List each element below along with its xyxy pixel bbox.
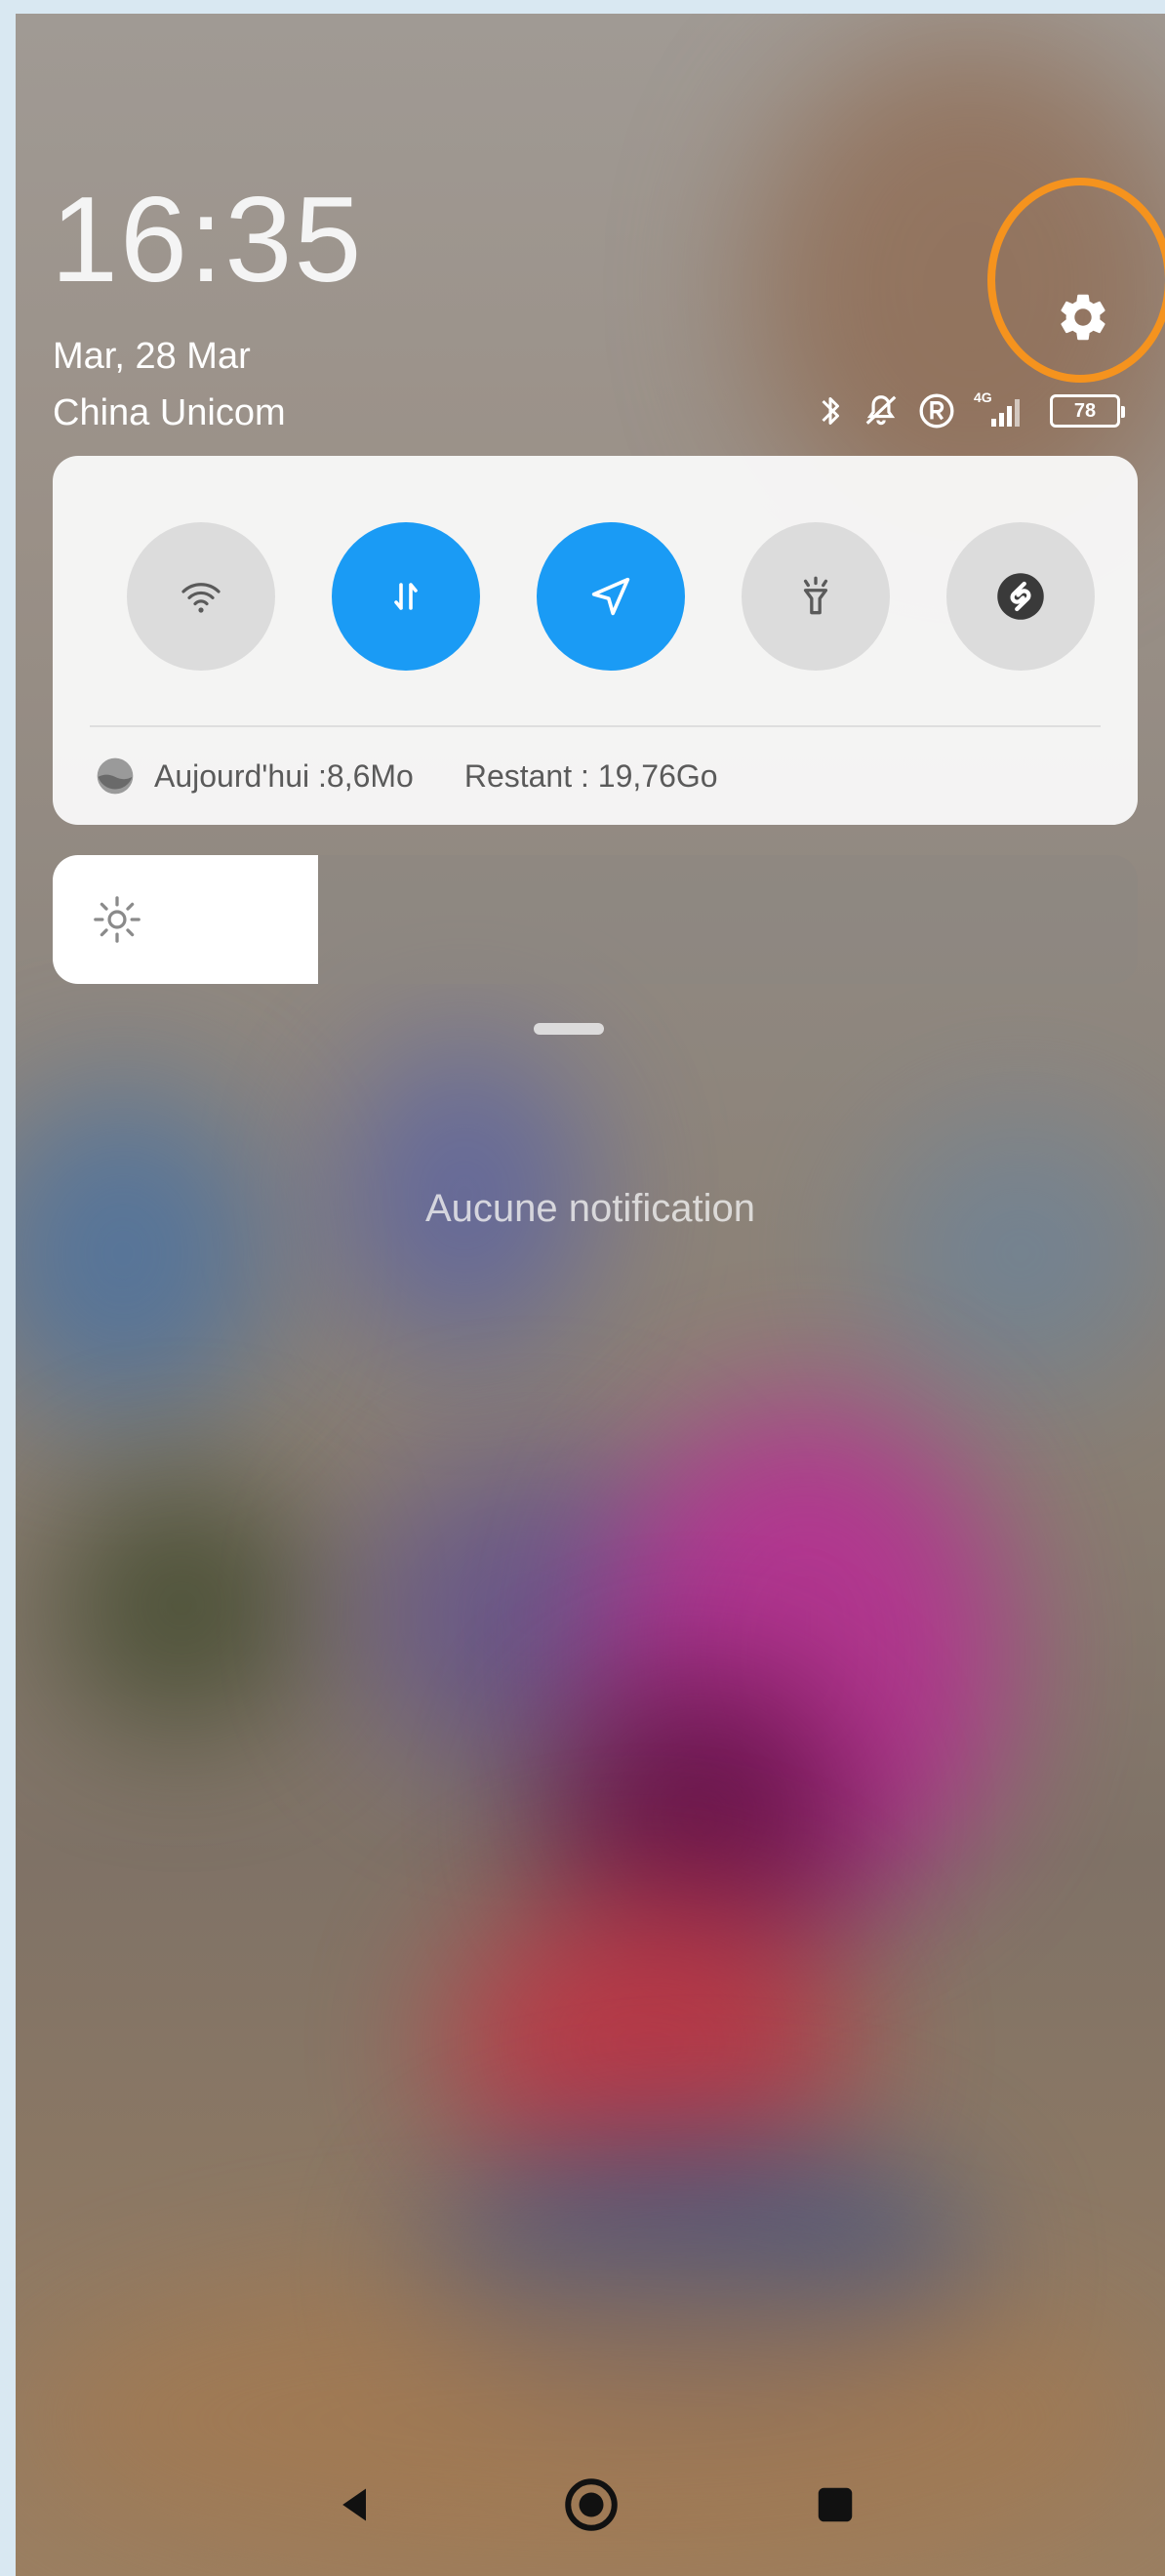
toggle-wifi[interactable] xyxy=(127,522,275,671)
toggle-flashlight[interactable] xyxy=(742,522,890,671)
toggle-location[interactable] xyxy=(537,522,685,671)
data-remaining: Restant : 19,76Go xyxy=(463,757,718,794)
battery-level: 78 xyxy=(1073,399,1097,422)
settings-highlight-ring xyxy=(987,178,1165,383)
registered-icon xyxy=(917,391,956,430)
recents-square-icon xyxy=(818,2487,853,2522)
toggle-mobile-data[interactable] xyxy=(332,522,480,671)
data-usage-icon xyxy=(97,757,134,795)
data-transfer-icon xyxy=(394,583,418,610)
drag-handle[interactable] xyxy=(534,1023,604,1035)
home-button[interactable] xyxy=(562,2475,621,2534)
wallpaper-blur xyxy=(445,1888,855,2200)
recents-button[interactable] xyxy=(806,2475,864,2534)
gear-icon xyxy=(1061,294,1105,341)
notification-shade: 16:35 Mar, 28 Mar China Unicom 4G 78 Auj… xyxy=(16,14,1165,2576)
signal-icon: 4G xyxy=(974,389,1032,430)
quick-settings-panel: Aujourd'hui :8,6Mo Restant : 19,76Go xyxy=(53,456,1138,825)
carrier-label: China Unicom xyxy=(53,392,286,433)
wallpaper-blur xyxy=(16,1087,269,1419)
back-button[interactable] xyxy=(326,2475,384,2534)
wallpaper-blur xyxy=(357,1458,708,1771)
status-icons: 4G 78 xyxy=(816,388,1125,433)
settings-button[interactable] xyxy=(1049,283,1117,351)
data-usage-row[interactable]: Aujourd'hui :8,6Mo Restant : 19,76Go xyxy=(94,755,718,797)
flashlight-icon xyxy=(803,576,828,615)
wallpaper-blur xyxy=(542,1673,855,1966)
shazam-icon xyxy=(997,573,1044,620)
wallpaper-blur xyxy=(601,1400,1011,1907)
location-arrow-icon xyxy=(591,577,630,616)
bluetooth-icon xyxy=(816,391,845,430)
wallpaper-blur xyxy=(55,1478,308,1732)
date-label: Mar, 28 Mar xyxy=(53,336,251,377)
toggle-shazam[interactable] xyxy=(946,522,1095,671)
panel-divider xyxy=(90,725,1101,727)
sun-icon xyxy=(94,896,141,943)
clock-time: 16:35 xyxy=(51,173,364,307)
wallpaper-blur xyxy=(425,2142,972,2395)
battery-icon: 78 xyxy=(1050,394,1125,428)
no-notifications-label: Aucune notification xyxy=(424,1187,755,1230)
back-triangle-icon xyxy=(342,2488,366,2521)
navigation-bar xyxy=(16,2456,1165,2554)
notifications-off-icon xyxy=(863,391,900,430)
data-used-today: Aujourd'hui :8,6Mo xyxy=(154,757,414,794)
wifi-icon xyxy=(181,583,221,613)
brightness-slider[interactable] xyxy=(53,855,1138,984)
wallpaper-blur xyxy=(874,1117,1165,1390)
home-circle-icon xyxy=(565,2478,618,2531)
